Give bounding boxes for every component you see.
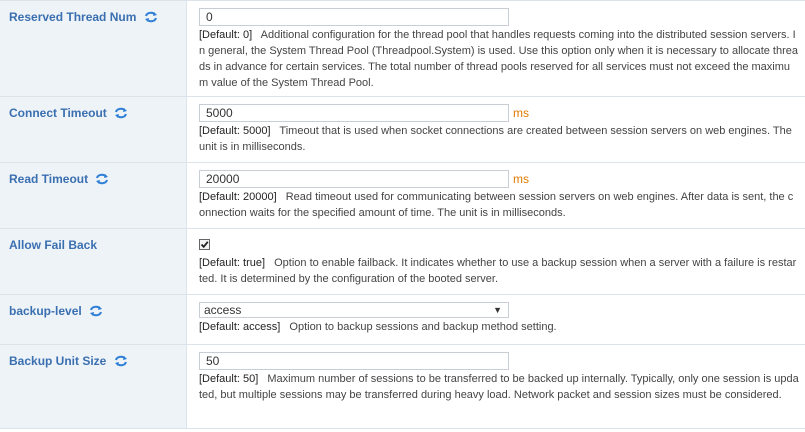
input-wrap: 20000 ms xyxy=(199,170,799,188)
settings-table: Reserved Thread Num 0 [Default: 0] Addit… xyxy=(0,0,805,429)
row-backup-unit-size: Backup Unit Size 50 [Default: 50] Maximu… xyxy=(0,345,805,429)
refresh-icon[interactable] xyxy=(114,107,128,119)
field-description: [Default: true] Option to enable failbac… xyxy=(199,255,799,287)
description-text: Maximum number of sessions to be transfe… xyxy=(199,373,799,401)
description-text: Timeout that is used when socket connect… xyxy=(199,125,792,153)
field-description: [Default: 5000] Timeout that is used whe… xyxy=(199,123,799,155)
selected-value: access xyxy=(204,303,242,317)
field-label: Backup Unit Size xyxy=(9,353,107,368)
row-allow-fail-back: Allow Fail Back [Default: true] Option t… xyxy=(0,229,805,295)
refresh-icon[interactable] xyxy=(144,11,158,23)
label-cell: backup-level xyxy=(0,295,187,344)
chevron-down-icon: ▼ xyxy=(493,305,502,315)
label-cell: Backup Unit Size xyxy=(0,345,187,428)
unit-label: ms xyxy=(513,106,529,120)
value-cell: access ▼ [Default: access] Option to bac… xyxy=(187,295,805,344)
input-wrap: 5000 ms xyxy=(199,104,799,122)
value-cell: 5000 ms [Default: 5000] Timeout that is … xyxy=(187,97,805,162)
backup-unit-size-input[interactable]: 50 xyxy=(199,352,509,370)
description-text: Additional configuration for the thread … xyxy=(199,29,798,89)
value-cell: 20000 ms [Default: 20000] Read timeout u… xyxy=(187,163,805,228)
value-cell: [Default: true] Option to enable failbac… xyxy=(187,229,805,294)
unit-label: ms xyxy=(513,172,529,186)
connect-timeout-input[interactable]: 5000 xyxy=(199,104,509,122)
value-cell: 0 [Default: 0] Additional configuration … xyxy=(187,1,805,96)
default-value: [Default: 5000] xyxy=(199,125,271,137)
label-cell: Read Timeout xyxy=(0,163,187,228)
label-cell: Allow Fail Back xyxy=(0,229,187,294)
row-backup-level: backup-level access ▼ [Default: access] … xyxy=(0,295,805,345)
allow-fail-back-checkbox[interactable] xyxy=(199,239,210,250)
field-label: Allow Fail Back xyxy=(9,237,98,252)
default-value: [Default: true] xyxy=(199,257,266,269)
refresh-icon[interactable] xyxy=(95,173,109,185)
description-text: Read timeout used for communicating betw… xyxy=(199,191,794,219)
description-text: Option to enable failback. It indicates … xyxy=(199,257,797,285)
refresh-icon[interactable] xyxy=(114,355,128,367)
backup-level-select[interactable]: access ▼ xyxy=(199,302,509,318)
field-description: [Default: 0] Additional configuration fo… xyxy=(199,27,799,91)
field-description: [Default: access] Option to backup sessi… xyxy=(199,319,799,335)
field-label: backup-level xyxy=(9,303,82,318)
field-label: Reserved Thread Num xyxy=(9,9,137,24)
default-value: [Default: 50] xyxy=(199,373,259,385)
check-icon xyxy=(200,241,209,249)
label-cell: Reserved Thread Num xyxy=(0,1,187,96)
label-cell: Connect Timeout xyxy=(0,97,187,162)
row-connect-timeout: Connect Timeout 5000 ms [Default: 5000] … xyxy=(0,97,805,163)
field-label: Connect Timeout xyxy=(9,105,107,120)
refresh-icon[interactable] xyxy=(89,305,103,317)
value-cell: 50 [Default: 50] Maximum number of sessi… xyxy=(187,345,805,428)
field-description: [Default: 50] Maximum number of sessions… xyxy=(199,371,799,403)
default-value: [Default: 20000] xyxy=(199,191,277,203)
field-label: Read Timeout xyxy=(9,171,89,186)
row-read-timeout: Read Timeout 20000 ms [Default: 20000] R… xyxy=(0,163,805,229)
reserved-thread-num-input[interactable]: 0 xyxy=(199,8,509,26)
default-value: [Default: 0] xyxy=(199,29,253,41)
row-reserved-thread-num: Reserved Thread Num 0 [Default: 0] Addit… xyxy=(0,1,805,97)
description-text: Option to backup sessions and backup met… xyxy=(289,321,557,333)
read-timeout-input[interactable]: 20000 xyxy=(199,170,509,188)
default-value: [Default: access] xyxy=(199,321,281,333)
field-description: [Default: 20000] Read timeout used for c… xyxy=(199,189,799,221)
